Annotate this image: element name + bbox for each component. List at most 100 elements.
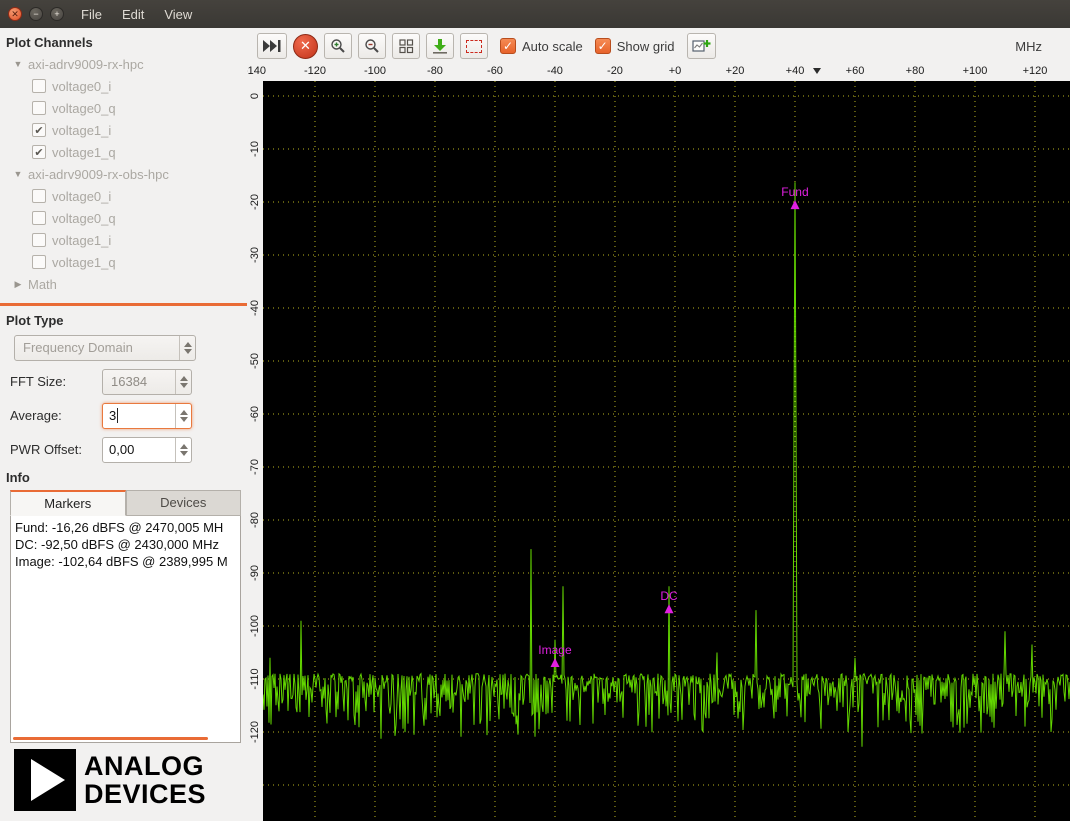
tree-item-label: axi-adrv9009-rx-hpc [28,57,144,72]
channel-checkbox[interactable] [32,79,46,93]
expander-right-icon[interactable]: ▶ [12,279,24,290]
auto-scale-checkbox[interactable]: ✓ [500,38,516,54]
average-label: Average: [10,408,102,423]
zoom-out-button[interactable] [358,33,386,59]
spectrum-plot[interactable]: FundDCImage [263,81,1070,821]
window-titlebar: ✕ − + File Edit View [0,0,1070,28]
zoom-out-icon [364,38,380,54]
y-tick-label: -70 [249,459,261,475]
window-maximize-button[interactable]: + [50,7,64,21]
x-axis: -140-120-100-80-60-40-20+0+20+40+60+80+1… [247,64,1070,81]
x-tick-label: +80 [906,65,925,77]
sidebar: Plot Channels ▼ axi-adrv9009-rx-hpc voltag… [0,28,247,821]
logo-line1: ANALOG [84,752,206,780]
tab-markers[interactable]: Markers [10,490,126,516]
y-tick-label: -120 [249,721,261,743]
spinner-updown-icon[interactable] [175,404,191,428]
marker-label: Image [538,643,572,657]
expander-down-icon[interactable]: ▼ [12,59,24,69]
tree-device-row[interactable]: ▼ axi-adrv9009-rx-obs-hpc [4,163,247,185]
tree-item-label: voltage1_q [52,145,116,160]
tree-item-label: axi-adrv9009-rx-obs-hpc [28,167,169,182]
x-tick-label: -140 [247,65,266,77]
window-minimize-button[interactable]: − [29,7,43,21]
window-close-button[interactable]: ✕ [8,7,22,21]
menu-file[interactable]: File [71,3,112,26]
zoom-in-button[interactable] [324,33,352,59]
tree-channel-row[interactable]: voltage0_q [4,207,247,229]
new-plot-button[interactable] [687,33,716,59]
marker-readout-line: DC: -92,50 dBFS @ 2430,000 MHz [15,536,236,553]
x-tick-label: +100 [963,65,988,77]
tree-item-label: voltage1_q [52,255,116,270]
fft-size-select[interactable]: 16384 [102,369,192,395]
channel-checkbox[interactable]: ✔ [32,145,46,159]
auto-scale-option[interactable]: ✓ Auto scale [500,38,583,54]
tree-device-row[interactable]: ▼ axi-adrv9009-rx-hpc [4,53,247,75]
auto-scale-label: Auto scale [522,39,583,54]
y-tick-label: -30 [249,247,261,263]
tree-item-label: voltage0_q [52,101,116,116]
zoom-in-icon [330,38,346,54]
plot-background[interactable] [263,81,1070,821]
save-image-button[interactable] [426,33,454,59]
channel-checkbox[interactable] [32,255,46,269]
tree-channel-row[interactable]: voltage1_q [4,251,247,273]
y-tick-label: -80 [249,512,261,528]
marker-readout-panel: Fund: -16,26 dBFS @ 2470,005 MHDC: -92,5… [10,516,241,743]
x-tick-label: +60 [846,65,865,77]
select-region-button[interactable] [460,33,488,59]
expander-down-icon[interactable]: ▼ [12,169,24,179]
show-grid-checkbox[interactable]: ✓ [595,38,611,54]
capture-play-button[interactable] [257,33,287,59]
stop-capture-button[interactable]: ✕ [293,34,318,59]
y-tick-label: -50 [249,353,261,369]
tree-item-label: voltage0_i [52,79,111,94]
tree-channel-row[interactable]: voltage1_i [4,229,247,251]
text-caret [117,408,118,423]
pwr-offset-spinbox[interactable]: 0,00 [102,437,192,463]
select-region-icon [466,40,482,53]
capture-play-icon [262,39,282,53]
logo-line2: DEVICES [84,780,206,808]
x-tick-label: -60 [487,65,503,77]
menu-view[interactable]: View [154,3,202,26]
menu-edit[interactable]: Edit [112,3,154,26]
tree-channel-row[interactable]: voltage0_i [4,75,247,97]
y-tick-label: -110 [249,668,261,689]
pwr-offset-value: 0,00 [103,442,175,457]
tree-channel-row[interactable]: ✔ voltage1_q [4,141,247,163]
tree-channel-row[interactable]: ✔ voltage1_i [4,119,247,141]
y-tick-label: -20 [249,194,261,210]
tree-math-row[interactable]: ▶ Math [4,273,247,295]
tree-channel-row[interactable]: voltage0_i [4,185,247,207]
tree-item-label: voltage0_q [52,211,116,226]
pwr-offset-label: PWR Offset: [10,442,102,457]
tree-item-label: voltage1_i [52,123,111,138]
tree-channel-row[interactable]: voltage0_q [4,97,247,119]
axis-scale-dropdown-icon[interactable] [813,68,821,74]
plot-channels-heading: Plot Channels [0,32,247,53]
y-tick-label: -100 [249,615,261,637]
horizontal-scrollbar[interactable] [13,737,208,740]
adi-triangle-icon [14,749,76,811]
channel-checkbox[interactable] [32,189,46,203]
channel-checkbox[interactable] [32,211,46,225]
analog-devices-logo: ANALOG DEVICES [0,743,247,813]
tree-item-label: Math [28,277,57,292]
show-grid-label: Show grid [617,39,675,54]
zoom-fit-button[interactable] [392,33,420,59]
x-tick-label: -120 [304,65,326,77]
show-grid-option[interactable]: ✓ Show grid [595,38,675,54]
average-spinbox[interactable]: 3 [102,403,192,429]
channel-checkbox[interactable] [32,101,46,115]
plot-type-select[interactable]: Frequency Domain [14,335,196,361]
tab-devices[interactable]: Devices [126,490,242,516]
channel-checkbox[interactable]: ✔ [32,123,46,137]
y-tick-label: -90 [249,565,261,581]
y-tick-label: -40 [249,300,261,316]
fft-size-label: FFT Size: [10,374,102,389]
spinner-updown-icon[interactable] [175,438,191,462]
x-tick-label: -20 [607,65,623,77]
channel-checkbox[interactable] [32,233,46,247]
